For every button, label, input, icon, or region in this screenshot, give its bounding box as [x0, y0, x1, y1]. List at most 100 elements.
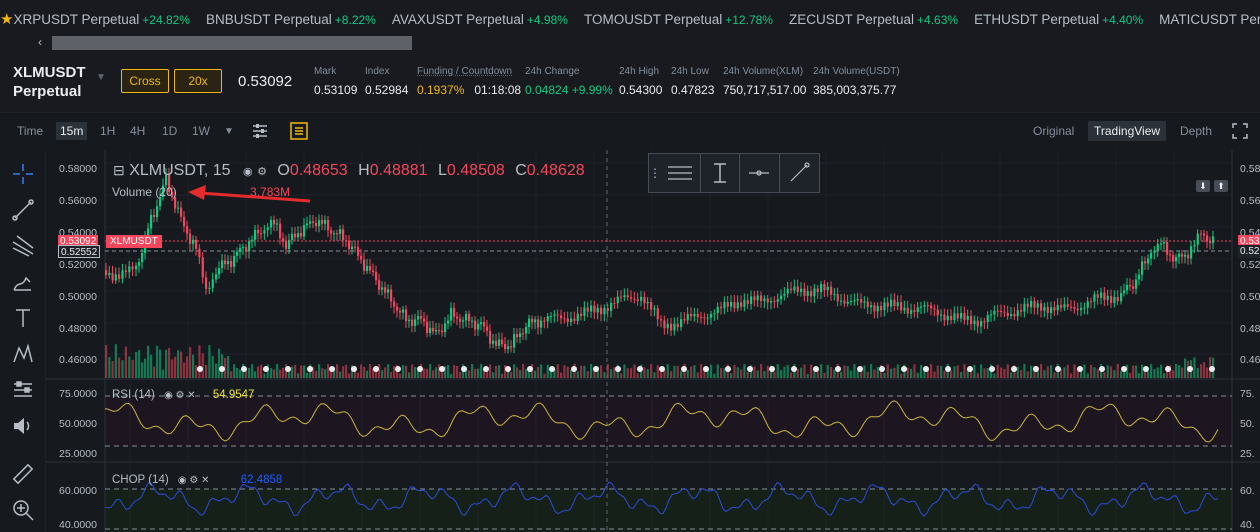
- volume-bar: [162, 369, 165, 378]
- volume-marker: [329, 366, 335, 372]
- volume-marker: [967, 366, 973, 372]
- candle-body: [384, 287, 387, 293]
- rsi-legend: RSI (14) ◉ ⚙ ✕ 54.9547: [112, 389, 254, 401]
- speaker-icon[interactable]: [11, 414, 35, 438]
- interval-15m[interactable]: 15m: [56, 122, 88, 140]
- volume-bar: [441, 372, 444, 378]
- candle-body: [330, 230, 333, 234]
- scroll-down-icon[interactable]: ⬇: [1196, 180, 1210, 192]
- volume-marker: [483, 366, 489, 372]
- volume-bar: [342, 366, 345, 378]
- symbol-title[interactable]: XLMUSDT Perpetual: [13, 63, 86, 101]
- view-tradingview[interactable]: TradingView: [1088, 121, 1167, 141]
- candle-body: [1123, 290, 1126, 294]
- horizontal-ray-icon[interactable]: [740, 154, 780, 192]
- interval-4h[interactable]: 4H: [130, 124, 145, 138]
- volume-bar: [1172, 370, 1175, 378]
- candle-body: [405, 309, 408, 322]
- ruler-icon[interactable]: [11, 462, 35, 486]
- candle-body: [626, 295, 629, 298]
- zoom-in-icon[interactable]: [11, 498, 35, 522]
- volume-bar: [876, 366, 879, 378]
- candle-body: [450, 308, 453, 321]
- volume-marker: [945, 366, 951, 372]
- ticker-item[interactable]: ETHUSDT Perpetual +4.40%: [974, 12, 1143, 27]
- measure-ruler-icon[interactable]: [11, 378, 35, 402]
- volume-bar: [1113, 370, 1116, 378]
- candle-body: [345, 240, 348, 242]
- view-depth[interactable]: Depth: [1174, 121, 1218, 141]
- candle-body: [303, 225, 306, 237]
- horizontal-lines-icon[interactable]: [661, 154, 701, 192]
- rsi-controls-icon[interactable]: ◉ ⚙ ✕: [164, 390, 196, 401]
- vertical-line-icon[interactable]: [701, 154, 740, 192]
- legend-collapse-icon[interactable]: ⊟: [113, 162, 125, 178]
- indicators-icon[interactable]: [289, 121, 309, 141]
- ticker-item[interactable]: ZECUSDT Perpetual +4.63%: [789, 12, 958, 27]
- legend-symbol[interactable]: XLMUSDT, 15: [129, 162, 230, 179]
- candle-body: [880, 306, 883, 311]
- ticker-item[interactable]: AVAXUSDT Perpetual +4.98%: [392, 12, 568, 27]
- ticker-item[interactable]: BNBUSDT Perpetual +8.22%: [206, 12, 376, 27]
- leverage-button[interactable]: 20x: [174, 69, 222, 93]
- chop-label[interactable]: CHOP (14): [112, 474, 169, 486]
- caret-down-icon[interactable]: ▼: [96, 72, 106, 83]
- chop-controls-icon[interactable]: ◉ ⚙ ✕: [178, 475, 210, 486]
- volume-bar: [900, 373, 903, 378]
- legend-settings-icon[interactable]: ⚙: [257, 166, 267, 178]
- candle-body: [640, 296, 643, 301]
- chevron-left-icon[interactable]: ‹: [38, 35, 42, 49]
- margin-mode-button[interactable]: Cross: [121, 69, 169, 93]
- interval-1w[interactable]: 1W: [192, 124, 210, 138]
- fib-icon[interactable]: [11, 234, 35, 258]
- volume-marker: [197, 366, 203, 372]
- drag-handle-icon[interactable]: ⋮: [649, 154, 661, 192]
- brush-icon[interactable]: [11, 270, 35, 294]
- volume-bar: [773, 371, 776, 378]
- volume-marker: [835, 366, 841, 372]
- volume-bar: [690, 366, 693, 378]
- market-header: XLMUSDT Perpetual ▼ Cross 20x 0.53092 Mar…: [0, 54, 1260, 112]
- volume-bar: [105, 344, 108, 378]
- candle-body: [830, 286, 833, 295]
- candle-body: [646, 302, 649, 304]
- interval-1h[interactable]: 1H: [100, 124, 115, 138]
- settings-sliders-icon[interactable]: [250, 121, 270, 141]
- candle-body: [850, 301, 853, 303]
- ticker-item[interactable]: TOMOUSDT Perpetual +12.78%: [584, 12, 773, 27]
- candle-body: [1100, 292, 1103, 298]
- caret-down-icon[interactable]: ▼: [224, 126, 234, 137]
- volume-label[interactable]: Volume (20): [112, 185, 177, 199]
- trend-line-icon[interactable]: [11, 198, 35, 222]
- ticker-item[interactable]: MATICUSDT Perpetual: [1159, 12, 1260, 27]
- candle-body: [1093, 294, 1096, 302]
- crosshair-icon[interactable]: [11, 162, 35, 186]
- volume-bar: [1003, 368, 1006, 378]
- volume-bar: [570, 369, 573, 378]
- trend-line-tool-icon[interactable]: [780, 154, 819, 192]
- candle-body: [1026, 303, 1029, 308]
- view-original[interactable]: Original: [1027, 121, 1080, 141]
- text-tool-icon[interactable]: [11, 306, 35, 330]
- legend-eye-icon[interactable]: ◉: [243, 166, 253, 178]
- candle-body: [570, 318, 573, 323]
- rsi-label[interactable]: RSI (14): [112, 389, 155, 401]
- volume-bar: [556, 364, 559, 378]
- ticker-item[interactable]: XRPUSDT Perpetual +24.82%: [13, 12, 190, 27]
- scroll-up-icon[interactable]: ⬆: [1214, 180, 1228, 192]
- volume-bar: [850, 370, 853, 378]
- horizontal-scrollbar[interactable]: [52, 36, 412, 50]
- time-label[interactable]: Time: [17, 124, 43, 138]
- volume-bar: [1043, 370, 1046, 378]
- candle-body: [468, 313, 471, 322]
- chop-tick-label-right: 60.: [1240, 485, 1255, 497]
- candle-body: [1187, 254, 1190, 259]
- pattern-icon[interactable]: [11, 342, 35, 366]
- volume-bar: [1150, 364, 1153, 378]
- volume-bar: [786, 365, 789, 378]
- fullscreen-icon[interactable]: [1230, 121, 1250, 141]
- volume-bar: [830, 366, 833, 378]
- interval-1d[interactable]: 1D: [162, 124, 177, 138]
- volume-bar: [1141, 364, 1144, 378]
- star-icon[interactable]: ★: [0, 10, 13, 28]
